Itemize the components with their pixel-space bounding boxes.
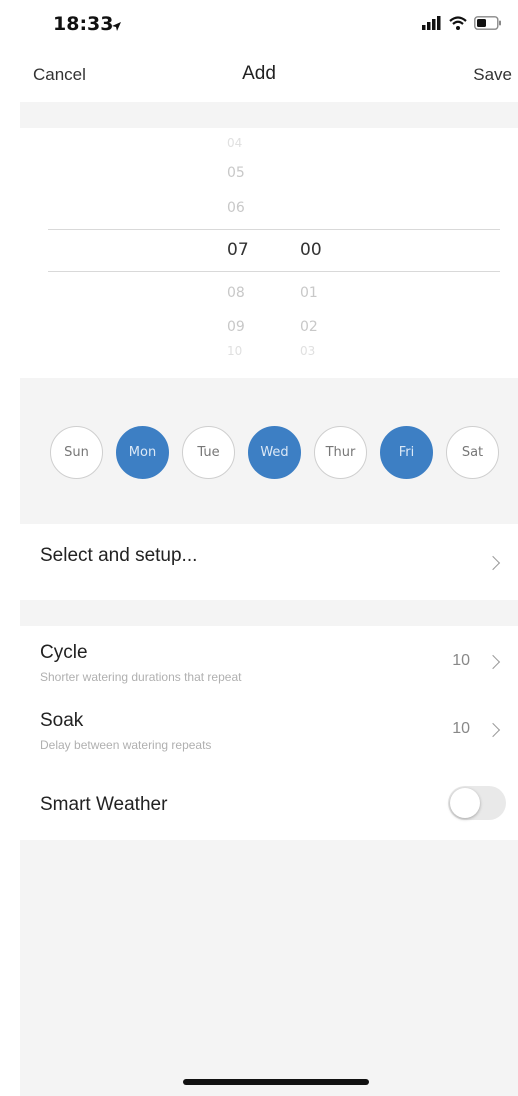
- minute-wheel[interactable]: 00 01 02 03: [300, 128, 360, 356]
- hour-option: 04: [227, 136, 243, 150]
- location-arrow-icon: [111, 17, 122, 36]
- days-section: Sun Mon Tue Wed Thur Fri Sat: [20, 378, 518, 524]
- select-setup-label: Select and setup...: [40, 545, 198, 566]
- minute-option: 02: [300, 319, 318, 335]
- soak-row[interactable]: Soak Delay between watering repeats 10: [0, 696, 518, 760]
- day-label: Tue: [197, 445, 220, 460]
- day-label: Sat: [461, 445, 484, 460]
- signal-icon: [422, 15, 442, 34]
- day-toggle-wed[interactable]: Wed: [248, 426, 301, 479]
- status-time: 18:33: [53, 13, 114, 35]
- select-setup-row[interactable]: Select and setup...: [0, 526, 518, 598]
- day-toggle-sun[interactable]: Sun: [50, 426, 103, 479]
- cycle-title: Cycle: [40, 642, 88, 663]
- home-indicator[interactable]: [183, 1079, 369, 1085]
- hour-option: 06: [227, 200, 245, 216]
- day-toggle-mon[interactable]: Mon: [116, 426, 169, 479]
- day-toggle-tue[interactable]: Tue: [182, 426, 235, 479]
- hour-option: 05: [227, 165, 245, 181]
- status-icons: [422, 15, 502, 34]
- cycle-subtitle: Shorter watering durations that repeat: [40, 670, 242, 684]
- smart-weather-toggle[interactable]: [448, 786, 506, 820]
- chevron-right-icon: [485, 555, 501, 571]
- day-label: Thur: [325, 445, 356, 460]
- hour-option: 10: [227, 344, 243, 356]
- header-divider-band: [20, 102, 518, 128]
- soak-value: 10: [452, 720, 470, 737]
- time-picker[interactable]: 04 05 06 07 08 09 10 00 01 02 03: [0, 128, 518, 356]
- battery-icon: [474, 15, 502, 34]
- save-button[interactable]: Save: [473, 65, 512, 85]
- cycle-row[interactable]: Cycle Shorter watering durations that re…: [0, 628, 518, 692]
- day-toggle-sat[interactable]: Sat: [446, 426, 499, 479]
- nav-bar: Cancel Add Save: [0, 50, 518, 100]
- chevron-right-icon: [485, 654, 501, 670]
- minute-option: 03: [300, 344, 316, 356]
- day-label: Wed: [260, 445, 289, 460]
- hour-selected: 07: [227, 240, 249, 260]
- section-divider-band: [20, 600, 518, 626]
- cycle-value: 10: [452, 652, 470, 669]
- days-selector: Sun Mon Tue Wed Thur Fri Sat: [50, 426, 499, 479]
- hour-wheel[interactable]: 04 05 06 07 08 09 10: [227, 128, 287, 356]
- minute-option: 01: [300, 285, 318, 301]
- empty-area: [20, 840, 518, 1096]
- soak-title: Soak: [40, 710, 84, 731]
- day-toggle-thur[interactable]: Thur: [314, 426, 367, 479]
- page-title: Add: [242, 63, 276, 84]
- status-bar: 18:33: [0, 0, 518, 50]
- wifi-icon: [449, 15, 467, 34]
- hour-option: 09: [227, 319, 245, 335]
- toggle-knob: [450, 788, 480, 818]
- smart-weather-row: Smart Weather: [0, 772, 518, 838]
- day-toggle-fri[interactable]: Fri: [380, 426, 433, 479]
- day-label: Sun: [64, 445, 89, 460]
- minute-selected: 00: [300, 240, 322, 260]
- hour-option: 08: [227, 285, 245, 301]
- day-label: Fri: [398, 445, 415, 460]
- day-label: Mon: [128, 445, 157, 460]
- chevron-right-icon: [485, 722, 501, 738]
- smart-weather-title: Smart Weather: [40, 794, 168, 815]
- soak-subtitle: Delay between watering repeats: [40, 738, 212, 752]
